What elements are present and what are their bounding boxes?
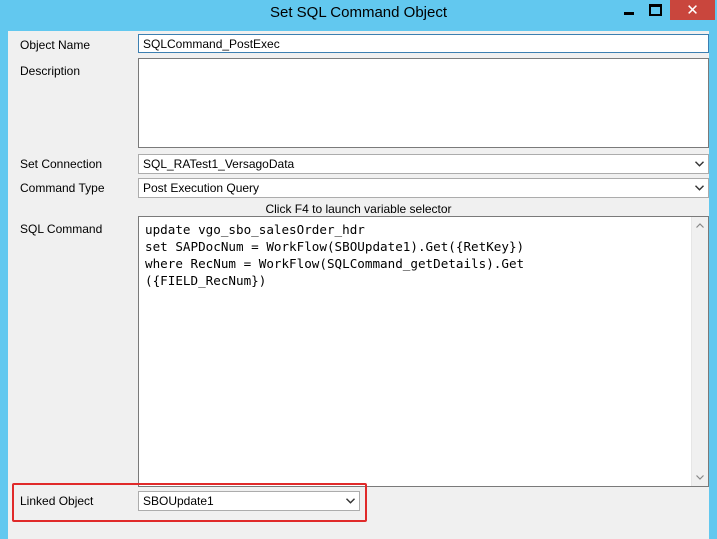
chevron-down-icon[interactable]	[692, 155, 706, 173]
set-connection-label: Set Connection	[20, 157, 103, 171]
minimize-button[interactable]	[615, 0, 642, 20]
object-name-input[interactable]: SQLCommand_PostExec	[138, 34, 709, 53]
set-connection-value: SQL_RATest1_VersagoData	[143, 157, 295, 171]
chevron-down-icon[interactable]	[692, 179, 706, 197]
maximize-icon	[649, 4, 662, 16]
sql-command-label: SQL Command	[20, 222, 103, 236]
close-icon: ✕	[686, 2, 699, 19]
scroll-down-icon[interactable]	[692, 469, 708, 486]
command-type-label: Command Type	[20, 181, 105, 195]
highlight-box	[12, 483, 367, 522]
sql-command-text[interactable]: update vgo_sbo_salesOrder_hdr set SAPDoc…	[139, 217, 708, 293]
set-connection-select[interactable]: SQL_RATest1_VersagoData	[138, 154, 709, 174]
description-textarea[interactable]	[138, 58, 709, 148]
variable-selector-hint: Click F4 to launch variable selector	[265, 202, 452, 216]
object-name-label: Object Name	[20, 38, 91, 52]
scroll-up-icon[interactable]	[692, 217, 708, 234]
description-label: Description	[20, 64, 81, 78]
window-title: Set SQL Command Object	[269, 4, 448, 21]
minimize-icon	[623, 11, 634, 15]
command-type-value: Post Execution Query	[143, 181, 260, 195]
command-type-select[interactable]: Post Execution Query	[138, 178, 709, 198]
title-bar[interactable]: Set SQL Command Object ✕	[0, 0, 717, 26]
dialog-window: Set SQL Command Object ✕ Object Name SQL…	[0, 0, 717, 539]
maximize-button[interactable]	[642, 0, 669, 20]
close-button[interactable]: ✕	[670, 0, 715, 20]
dialog-body: Object Name SQLCommand_PostExec Descript…	[8, 31, 709, 539]
sql-command-editor[interactable]: update vgo_sbo_salesOrder_hdr set SAPDoc…	[138, 216, 709, 487]
sql-scrollbar[interactable]	[691, 217, 708, 486]
